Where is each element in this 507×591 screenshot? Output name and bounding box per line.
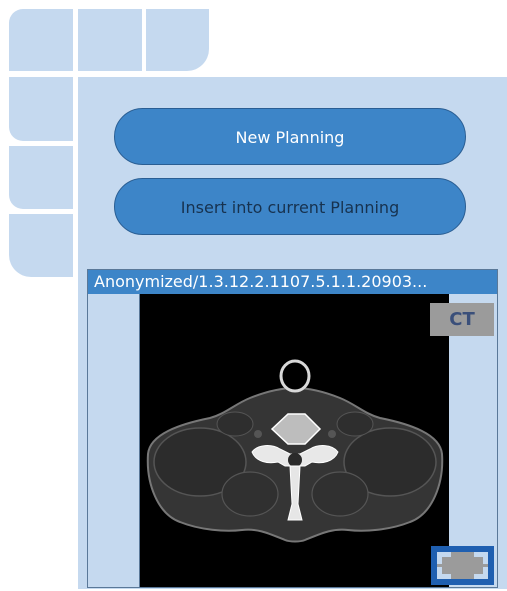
viewer-left-strip [88,294,140,587]
logo-tile [9,77,73,141]
series-viewer[interactable]: Anonymized/1.3.12.2.1107.5.1.1.20903... [87,269,498,588]
ct-axial-slice-image[interactable] [140,294,449,587]
series-title: Anonymized/1.3.12.2.1107.5.1.1.20903... [88,270,497,294]
modality-badge: CT [430,303,494,336]
new-planning-button[interactable]: New Planning [114,108,466,165]
logo-tile [146,9,209,71]
logo-tile [9,146,73,209]
viewer-right-strip [449,294,497,587]
insert-into-current-planning-button[interactable]: Insert into current Planning [114,178,466,235]
planning-panel: New Planning Insert into current Plannin… [78,77,507,589]
ct-slice-drawing [146,359,444,543]
logo-tile [9,214,73,277]
logo-tile [9,9,73,71]
logo-tile [78,9,142,71]
expand-icon-drawing [431,546,494,585]
expand-fullscreen-icon[interactable] [431,546,494,585]
